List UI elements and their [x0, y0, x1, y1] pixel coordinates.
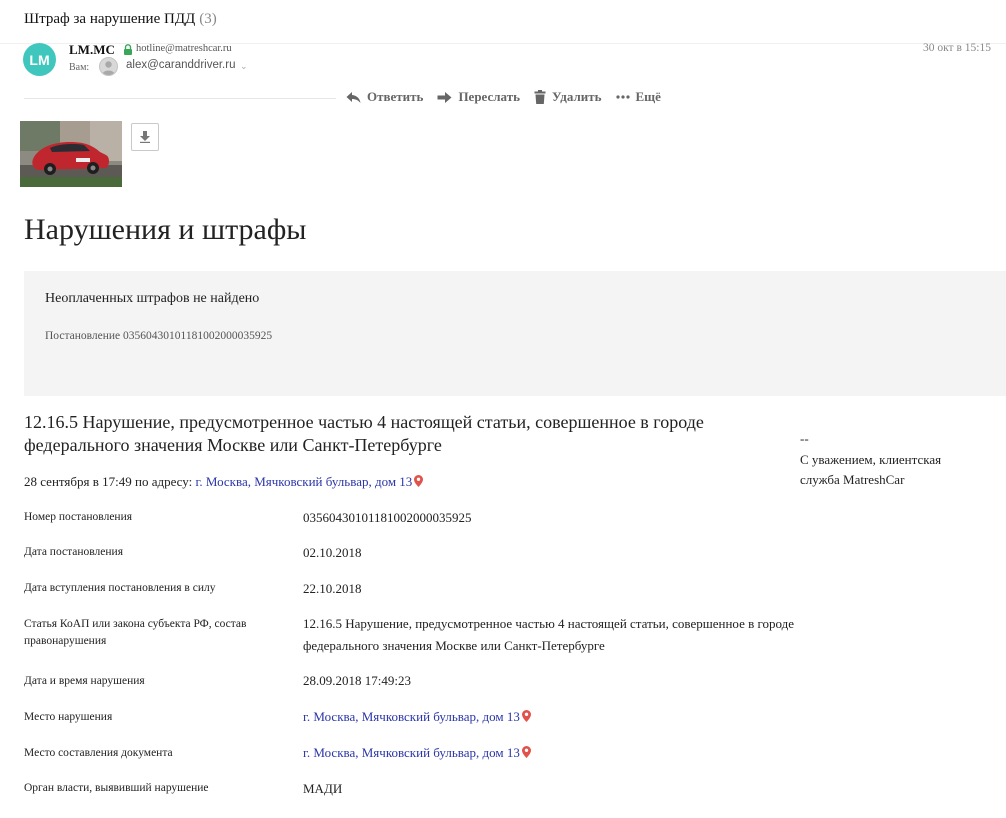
detail-value-violation-datetime: 28.09.2018 17:49:23: [303, 673, 411, 688]
forward-label: Переслать: [458, 89, 520, 104]
attachment-thumbnail[interactable]: [20, 121, 122, 187]
detail-label-authority: Орган власти, выявивший нарушение: [24, 782, 209, 794]
detail-label-violation-datetime: Дата и время нарушения: [24, 675, 145, 687]
subject-text: Штраф за нарушение ПДД: [24, 11, 196, 27]
detail-value-article: 12.16.5 Нарушение, предусмотренное часть…: [303, 616, 795, 653]
forward-button[interactable]: Переслать: [437, 89, 520, 105]
detail-value-document-place: г. Москва, Мячковский бульвар, дом 13: [303, 742, 803, 764]
chevron-down-icon[interactable]: ⌄: [240, 62, 248, 72]
action-bar: Ответить Переслать Удалить Ещё: [346, 89, 661, 105]
detail-value-effective-date: 22.10.2018: [303, 581, 362, 596]
sender-avatar[interactable]: LM: [23, 43, 56, 76]
map-pin-icon: [521, 746, 531, 758]
delete-label: Удалить: [551, 89, 602, 104]
signature-separator: --: [800, 431, 809, 446]
reply-icon: [346, 91, 361, 103]
email-subject: Штраф за нарушение ПДД (3): [24, 11, 217, 28]
more-label: Ещё: [635, 89, 661, 104]
thread-count: (3): [199, 11, 217, 27]
notice-title: Неоплаченных штрафов не найдено: [45, 291, 260, 306]
recipient-email[interactable]: alex@caranddriver.ru: [126, 59, 235, 71]
trash-icon: [534, 90, 546, 104]
action-divider: [24, 98, 336, 99]
reply-button[interactable]: Ответить: [346, 89, 423, 105]
document-place-link[interactable]: г. Москва, Мячковский бульвар, дом 13: [303, 745, 520, 760]
recipient-avatar: [99, 57, 118, 76]
detail-label-document-place: Место составления документа: [24, 747, 173, 759]
notice-resolution: Постановление 03560430101181002000035925: [45, 330, 273, 342]
violation-title: 12.16.5 Нарушение, предусмотренное часть…: [24, 412, 704, 455]
recipient-label: Вам:: [69, 62, 90, 73]
map-pin-icon: [521, 710, 531, 722]
detail-value-authority: МАДИ: [303, 781, 343, 796]
more-icon: [615, 95, 630, 99]
delete-button[interactable]: Удалить: [534, 89, 602, 105]
email-date: 30 окт в 15:15: [923, 42, 991, 54]
reply-label: Ответить: [367, 89, 424, 104]
detail-label-article: Статья КоАП или закона субъекта РФ, сост…: [24, 618, 247, 647]
lock-icon: [124, 44, 132, 55]
violation-when: 28 сентября в 17:49 по адресу:: [24, 474, 193, 489]
forward-icon: [437, 91, 452, 103]
detail-label-resolution-number: Номер постановления: [24, 511, 133, 523]
detail-label-violation-place: Место нарушения: [24, 711, 113, 723]
sender-name[interactable]: LM.MC: [69, 42, 115, 58]
violation-summary: 28 сентября в 17:49 по адресу: г. Москва…: [24, 474, 424, 490]
detail-value-resolution-date: 02.10.2018: [303, 545, 362, 560]
signature-text: С уважением, клиентская служба MatreshCa…: [800, 452, 942, 487]
address-link[interactable]: г. Москва, Мячковский бульвар, дом 13: [195, 474, 412, 489]
page-title: Нарушения и штрафы: [24, 213, 307, 246]
detail-label-resolution-date: Дата постановления: [24, 546, 123, 558]
detail-value-violation-place: г. Москва, Мячковский бульвар, дом 13: [303, 706, 803, 728]
download-button[interactable]: [131, 123, 159, 151]
download-icon: [140, 131, 150, 143]
sender-email[interactable]: hotline@matreshcar.ru: [136, 43, 232, 54]
violation-place-link[interactable]: г. Москва, Мячковский бульвар, дом 13: [303, 709, 520, 724]
map-pin-icon: [414, 475, 424, 487]
detail-label-effective-date: Дата вступления постановления в силу: [24, 582, 216, 594]
detail-value-resolution-number: 03560430101181002000035925: [303, 510, 472, 525]
more-button[interactable]: Ещё: [615, 89, 661, 105]
